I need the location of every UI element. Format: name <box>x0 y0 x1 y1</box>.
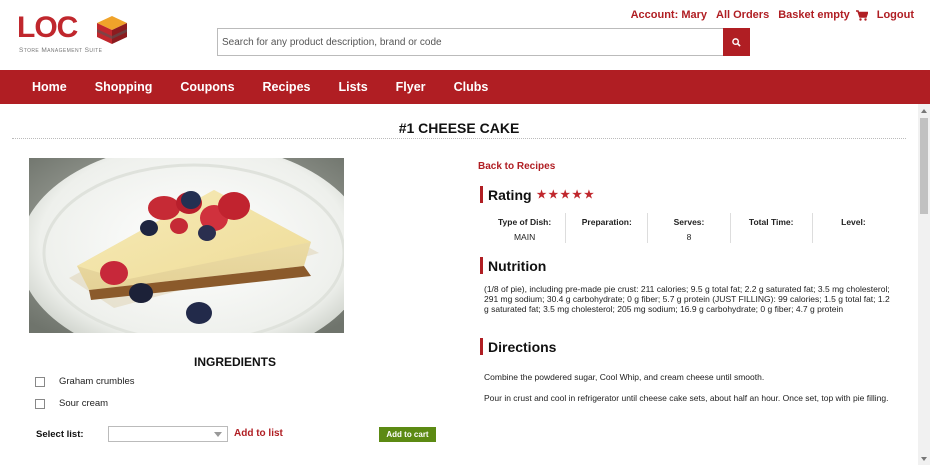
recipe-photo <box>29 158 344 333</box>
account-link[interactable]: Account: Mary <box>631 9 707 21</box>
meta-label: Serves: <box>673 217 705 227</box>
meta-preparation: Preparation: <box>566 213 649 243</box>
main-nav: Home Shopping Coupons Recipes Lists Flye… <box>0 70 930 104</box>
nav-recipes[interactable]: Recipes <box>263 80 311 94</box>
ingredient-label: Graham crumbles <box>59 376 135 387</box>
rating-stars: ★★★★★ <box>536 189 596 201</box>
meta-type-of-dish: Type of Dish: MAIN <box>484 213 567 243</box>
search-icon <box>732 37 741 47</box>
ingredient-item: Sour cream <box>35 398 108 409</box>
chevron-down-icon <box>214 432 222 437</box>
meta-value: 8 <box>686 232 692 242</box>
meta-label: Type of Dish: <box>497 217 552 227</box>
ingredient-label: Sour cream <box>59 398 109 409</box>
select-list-dropdown[interactable] <box>108 426 228 442</box>
rating-heading: Rating ★★★★★ <box>480 186 596 203</box>
heading-accent-bar <box>480 257 483 274</box>
rating-heading-text: Rating <box>488 186 532 203</box>
direction-step: Pour in crust and cool in refrigerator u… <box>484 393 889 403</box>
meta-label: Level: <box>841 217 866 227</box>
meta-value: MAIN <box>513 232 536 242</box>
title-divider <box>12 138 906 139</box>
direction-step: Combine the powdered sugar, Cool Whip, a… <box>484 372 765 382</box>
nav-flyer[interactable]: Flyer <box>396 80 426 94</box>
all-orders-link[interactable]: All Orders <box>716 9 769 21</box>
ingredient-item: Graham crumbles <box>35 376 135 387</box>
nutrition-text: (1/8 of pie), including pre-made pie cru… <box>484 284 890 314</box>
recipe-meta: Type of Dish: MAIN Preparation: Serves: … <box>484 213 894 243</box>
nav-shopping[interactable]: Shopping <box>95 80 153 94</box>
account-links: Account: Mary All Orders Basket empty Lo… <box>622 9 914 21</box>
logo-text: LOC <box>17 11 78 44</box>
heading-accent-bar <box>480 186 483 203</box>
logo-tagline: Store Management Suite <box>19 47 103 54</box>
directions-heading: Directions <box>480 338 556 355</box>
meta-total-time: Total Time: <box>731 213 813 243</box>
store-logo[interactable]: LOC Store Management Suite <box>17 13 132 57</box>
add-to-list-link[interactable]: Add to list <box>234 428 283 439</box>
nav-lists[interactable]: Lists <box>338 80 367 94</box>
nav-home[interactable]: Home <box>32 80 67 94</box>
search-input[interactable] <box>217 28 723 56</box>
meta-serves: Serves: 8 <box>648 213 731 243</box>
search-bar <box>217 28 750 56</box>
nutrition-heading: Nutrition <box>480 257 546 274</box>
cart-icon[interactable] <box>855 9 868 21</box>
scrollbar-thumb[interactable] <box>920 118 928 214</box>
nav-clubs[interactable]: Clubs <box>454 80 489 94</box>
nutrition-heading-text: Nutrition <box>488 257 547 274</box>
directions-heading-text: Directions <box>488 338 557 355</box>
search-button[interactable] <box>723 28 750 56</box>
heading-accent-bar <box>480 338 483 355</box>
select-list-label: Select list: <box>36 429 84 440</box>
page-scrollbar[interactable] <box>918 104 930 465</box>
scroll-down-icon[interactable] <box>921 457 927 461</box>
basket-link[interactable]: Basket empty <box>778 9 850 21</box>
nav-coupons[interactable]: Coupons <box>180 80 234 94</box>
page-title: #1 CHEESE CAKE <box>398 120 520 136</box>
meta-label: Preparation: <box>581 217 632 227</box>
ingredients-heading: INGREDIENTS <box>193 355 276 369</box>
ingredient-checkbox[interactable] <box>35 398 45 409</box>
meta-level: Level: <box>813 213 894 243</box>
meta-label: Total Time: <box>748 217 794 227</box>
ingredient-checkbox[interactable] <box>35 376 45 387</box>
logo-cube-icon <box>97 16 127 44</box>
scroll-up-icon[interactable] <box>921 109 927 113</box>
back-to-recipes-link[interactable]: Back to Recipes <box>478 161 555 172</box>
add-to-cart-button[interactable]: Add to cart <box>379 427 436 442</box>
logout-link[interactable]: Logout <box>877 9 914 21</box>
